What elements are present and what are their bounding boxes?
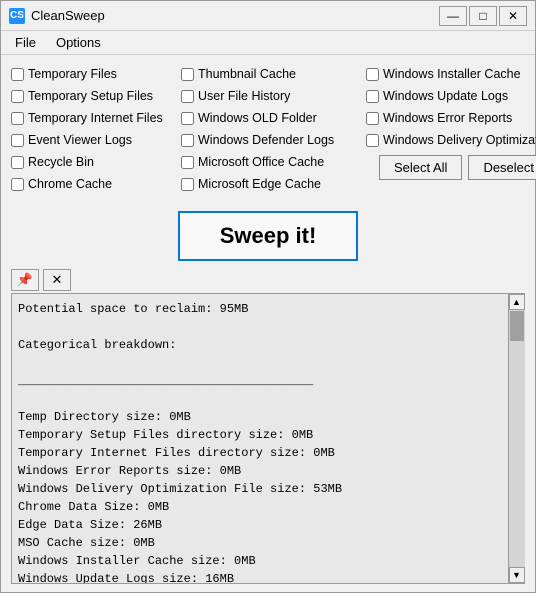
checkbox-temporary-internet-files[interactable]: Temporary Internet Files bbox=[11, 107, 181, 129]
checkbox-chrome-cache-input[interactable] bbox=[11, 178, 24, 191]
checkboxes-grid: Temporary Files Temporary Setup Files Te… bbox=[11, 63, 525, 195]
maximize-button[interactable]: □ bbox=[469, 6, 497, 26]
checkbox-microsoft-edge-cache-input[interactable] bbox=[181, 178, 194, 191]
scroll-up-arrow[interactable]: ▲ bbox=[509, 294, 525, 310]
close-button[interactable]: ✕ bbox=[499, 6, 527, 26]
checkbox-windows-error-reports[interactable]: Windows Error Reports bbox=[366, 107, 536, 129]
checkbox-event-viewer-logs[interactable]: Event Viewer Logs bbox=[11, 129, 181, 151]
scroll-thumb[interactable] bbox=[510, 311, 524, 341]
col1: Temporary Files Temporary Setup Files Te… bbox=[11, 63, 181, 195]
checkbox-windows-old-folder[interactable]: Windows OLD Folder bbox=[181, 107, 366, 129]
content-area: Temporary Files Temporary Setup Files Te… bbox=[1, 55, 535, 592]
checkbox-windows-update-logs[interactable]: Windows Update Logs bbox=[366, 85, 536, 107]
minimize-button[interactable]: — bbox=[439, 6, 467, 26]
checkbox-windows-delivery-optimization[interactable]: Windows Delivery Optimizat... bbox=[366, 129, 536, 151]
scroll-track bbox=[509, 310, 525, 567]
vertical-scrollbar[interactable]: ▲ ▼ bbox=[508, 294, 524, 583]
sweep-button[interactable]: Sweep it! bbox=[178, 211, 359, 261]
checkbox-temporary-files[interactable]: Temporary Files bbox=[11, 63, 181, 85]
checkbox-recycle-bin-input[interactable] bbox=[11, 156, 24, 169]
main-window: CS CleanSweep — □ ✕ File Options Tempora… bbox=[0, 0, 536, 593]
col3-with-buttons: Windows Installer Cache Windows Update L… bbox=[366, 63, 536, 195]
col2: Thumbnail Cache User File History Window… bbox=[181, 63, 366, 195]
app-icon: CS bbox=[9, 8, 25, 24]
checkbox-thumbnail-cache[interactable]: Thumbnail Cache bbox=[181, 63, 366, 85]
log-toolbar: 📌 ✕ bbox=[11, 269, 525, 291]
close-icon: ✕ bbox=[52, 272, 63, 288]
menu-options[interactable]: Options bbox=[46, 33, 111, 52]
checkbox-user-file-history[interactable]: User File History bbox=[181, 85, 366, 107]
checkbox-microsoft-office-cache-input[interactable] bbox=[181, 156, 194, 169]
pin-button[interactable]: 📌 bbox=[11, 269, 39, 291]
log-area-wrapper: ▲ ▼ bbox=[11, 293, 525, 584]
action-buttons: Select All Deselect bbox=[366, 155, 536, 180]
checkbox-windows-delivery-optimization-input[interactable] bbox=[366, 134, 379, 147]
checkbox-windows-installer-cache[interactable]: Windows Installer Cache bbox=[366, 63, 536, 85]
deselect-button[interactable]: Deselect bbox=[468, 155, 536, 180]
checkbox-chrome-cache[interactable]: Chrome Cache bbox=[11, 173, 181, 195]
checkbox-temporary-setup-files-input[interactable] bbox=[11, 90, 24, 103]
sweep-button-container: Sweep it! bbox=[11, 211, 525, 261]
checkbox-temporary-internet-files-input[interactable] bbox=[11, 112, 24, 125]
checkbox-temporary-setup-files[interactable]: Temporary Setup Files bbox=[11, 85, 181, 107]
log-close-button[interactable]: ✕ bbox=[43, 269, 71, 291]
window-title: CleanSweep bbox=[31, 8, 439, 23]
menu-bar: File Options bbox=[1, 31, 535, 55]
title-bar: CS CleanSweep — □ ✕ bbox=[1, 1, 535, 31]
pin-icon: 📌 bbox=[17, 272, 33, 288]
checkbox-microsoft-edge-cache[interactable]: Microsoft Edge Cache bbox=[181, 173, 366, 195]
checkbox-user-file-history-input[interactable] bbox=[181, 90, 194, 103]
select-all-button[interactable]: Select All bbox=[379, 155, 462, 180]
checkbox-windows-old-folder-input[interactable] bbox=[181, 112, 194, 125]
checkbox-event-viewer-logs-input[interactable] bbox=[11, 134, 24, 147]
checkbox-thumbnail-cache-input[interactable] bbox=[181, 68, 194, 81]
checkbox-windows-defender-logs-input[interactable] bbox=[181, 134, 194, 147]
menu-file[interactable]: File bbox=[5, 33, 46, 52]
checkbox-temporary-files-input[interactable] bbox=[11, 68, 24, 81]
checkbox-microsoft-office-cache[interactable]: Microsoft Office Cache bbox=[181, 151, 366, 173]
checkbox-windows-update-logs-input[interactable] bbox=[366, 90, 379, 103]
checkbox-windows-installer-cache-input[interactable] bbox=[366, 68, 379, 81]
checkbox-windows-defender-logs[interactable]: Windows Defender Logs bbox=[181, 129, 366, 151]
window-controls: — □ ✕ bbox=[439, 6, 527, 26]
checkbox-windows-error-reports-input[interactable] bbox=[366, 112, 379, 125]
checkbox-recycle-bin[interactable]: Recycle Bin bbox=[11, 151, 181, 173]
log-area[interactable] bbox=[12, 294, 508, 583]
scroll-down-arrow[interactable]: ▼ bbox=[509, 567, 525, 583]
col3-checkboxes: Windows Installer Cache Windows Update L… bbox=[366, 63, 536, 151]
